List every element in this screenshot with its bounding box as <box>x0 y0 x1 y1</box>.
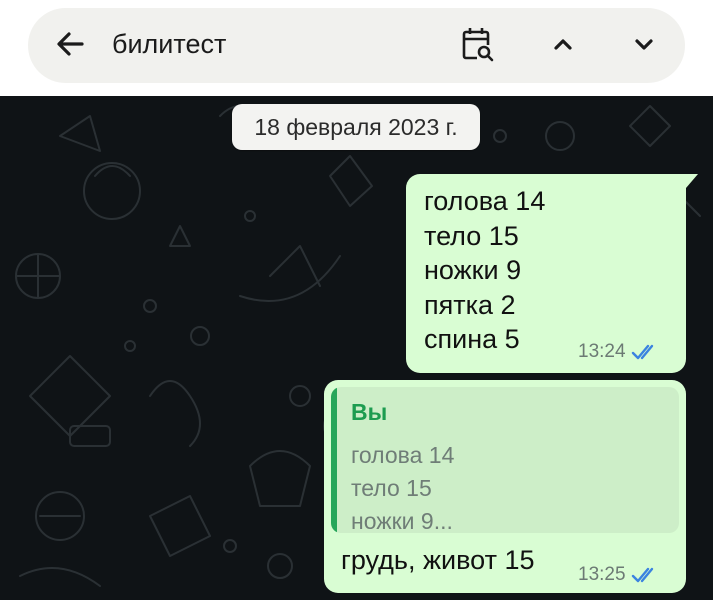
message-timestamp: 13:24 <box>578 341 626 362</box>
quote-line: ножки 9... <box>351 508 453 533</box>
message-timestamp: 13:25 <box>578 564 626 585</box>
arrow-left-icon <box>57 32 84 56</box>
message-line: пятка 2 <box>424 289 516 320</box>
message-meta: 13:25 <box>578 564 659 586</box>
message-text: грудь, живот 15 <box>341 545 535 575</box>
outgoing-message[interactable]: голова 14 тело 15 ножки 9 пятка 2 спина … <box>406 174 686 373</box>
bubble-tail <box>686 174 698 188</box>
message-meta: 13:24 <box>578 341 659 363</box>
message-text: голова 14 тело 15 ножки 9 пятка 2 спина … <box>424 184 545 357</box>
next-result-button[interactable] <box>622 22 666 66</box>
message-line: спина 5 <box>424 324 520 354</box>
double-check-icon <box>631 344 653 360</box>
chevron-up-icon <box>554 39 572 50</box>
search-input[interactable] <box>112 24 412 64</box>
date-separator: 18 февраля 2023 г. <box>232 104 480 150</box>
quote-author: Вы <box>351 399 388 425</box>
search-by-date-button[interactable] <box>456 22 500 66</box>
chevron-down-icon <box>635 39 653 50</box>
back-button[interactable] <box>52 26 88 62</box>
quoted-message[interactable]: Вы голова 14 тело 15 ножки 9... <box>331 387 679 533</box>
message-line: тело 15 <box>424 220 519 251</box>
quote-accent-bar <box>331 387 337 533</box>
previous-result-button[interactable] <box>541 22 585 66</box>
quote-line: тело 15 <box>351 475 432 501</box>
quote-line: голова 14 <box>351 442 455 468</box>
calendar-search-icon <box>462 28 495 63</box>
message-line: ножки 9 <box>424 255 522 285</box>
search-header <box>0 0 713 96</box>
double-check-icon <box>631 567 653 583</box>
outgoing-reply-message[interactable]: Вы голова 14 тело 15 ножки 9... грудь, ж… <box>324 380 686 593</box>
message-line: голова 14 <box>424 186 546 216</box>
